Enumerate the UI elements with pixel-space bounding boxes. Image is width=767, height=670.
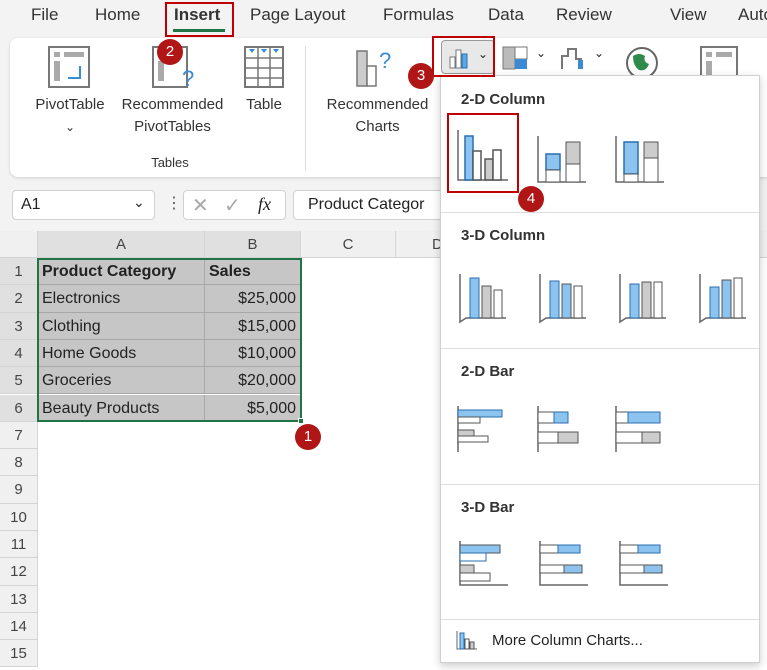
annotation-badge-4: 4: [518, 186, 544, 212]
row-header[interactable]: 2: [0, 285, 38, 313]
more-column-charts-link[interactable]: More Column Charts...: [456, 628, 746, 654]
recommended-pivottables-label-1: Recommended: [121, 96, 224, 113]
row-header[interactable]: 1: [0, 258, 38, 286]
divider: [441, 484, 759, 485]
tab-automate[interactable]: Autom: [738, 5, 767, 25]
recommended-pivottables-label-2: PivotTables: [134, 118, 211, 135]
tab-review[interactable]: Review: [556, 5, 612, 25]
section-3d-column: 3-D Column: [461, 227, 546, 244]
100-stacked-column-icon[interactable]: [614, 136, 670, 186]
select-all-corner[interactable]: [0, 231, 38, 258]
cancel-icon[interactable]: ✕: [192, 193, 209, 218]
row-header[interactable]: 7: [0, 421, 38, 450]
chevron-down-icon[interactable]: ⌄: [536, 46, 546, 60]
divider: [441, 619, 759, 620]
section-2d-column: 2-D Column: [461, 91, 546, 108]
row-header[interactable]: 11: [0, 531, 38, 559]
3d-stacked-bar-icon[interactable]: [536, 539, 590, 589]
100-stacked-bar-icon[interactable]: [614, 404, 666, 454]
group-divider: [305, 46, 306, 171]
3d-stacked-column-icon[interactable]: [536, 264, 588, 328]
formula-content: Product Categor: [308, 196, 425, 213]
row-header[interactable]: 3: [0, 312, 38, 340]
column-header-b[interactable]: B: [205, 231, 301, 258]
section-2d-bar: 2-D Bar: [461, 363, 515, 380]
svg-text:?: ?: [379, 48, 391, 73]
tab-view[interactable]: View: [670, 5, 707, 25]
3d-clustered-bar-icon[interactable]: [456, 539, 510, 589]
annotation-badge-1: 1: [295, 424, 321, 450]
chevron-down-icon: ⌄: [64, 120, 76, 134]
tab-data[interactable]: Data: [488, 5, 524, 25]
chevron-down-icon[interactable]: ⌄: [594, 46, 604, 60]
formula-input[interactable]: Product Categor: [293, 190, 453, 220]
row-header[interactable]: 4: [0, 339, 38, 368]
recommended-charts-label-2: Charts: [355, 118, 400, 135]
tab-formulas[interactable]: Formulas: [383, 5, 454, 25]
more-options-icon[interactable]: ⋮: [166, 193, 182, 213]
insert-function-icon[interactable]: fx: [258, 194, 271, 215]
hierarchy-chart-icon[interactable]: [502, 46, 530, 70]
3d-100-stacked-column-icon[interactable]: [616, 264, 668, 328]
row-header[interactable]: 12: [0, 558, 38, 586]
selection-border: [37, 258, 302, 422]
section-3d-bar: 3-D Bar: [461, 499, 515, 516]
recommended-charts-icon: ?: [356, 48, 391, 87]
formula-actions: ✕ ✓ fx: [183, 190, 286, 220]
column-chart-icon: [456, 631, 477, 650]
tab-page-layout[interactable]: Page Layout: [250, 5, 345, 25]
row-header[interactable]: 5: [0, 367, 38, 395]
group-label-tables: Tables: [151, 155, 189, 170]
column-header-c[interactable]: C: [301, 231, 396, 258]
annotation-box-clustered-column: [447, 113, 519, 193]
annotation-box-insert: [165, 2, 234, 37]
stacked-column-icon[interactable]: [536, 136, 592, 186]
stacked-bar-icon[interactable]: [536, 404, 588, 454]
pivottable-label: PivotTable: [35, 96, 105, 113]
fill-handle[interactable]: [298, 418, 304, 424]
more-column-charts-label: More Column Charts...: [492, 632, 643, 649]
svg-text:?: ?: [182, 66, 194, 88]
divider: [441, 212, 759, 213]
tab-file[interactable]: File: [31, 5, 58, 25]
row-header[interactable]: 13: [0, 585, 38, 613]
row-header[interactable]: 8: [0, 449, 38, 477]
3d-100-stacked-bar-icon[interactable]: [616, 539, 670, 589]
pivottable-icon: [48, 46, 90, 88]
row-header[interactable]: 15: [0, 640, 38, 668]
table-icon: [244, 46, 284, 88]
waterfall-chart-icon[interactable]: [560, 46, 588, 70]
chevron-down-icon[interactable]: ⌄: [133, 194, 145, 211]
annotation-badge-2: 2: [157, 39, 183, 65]
enter-icon[interactable]: ✓: [224, 193, 241, 218]
name-box-value: A1: [21, 196, 41, 213]
3d-clustered-column-icon[interactable]: [456, 264, 508, 328]
table-label: Table: [246, 96, 282, 113]
name-box[interactable]: A1 ⌄: [12, 190, 155, 220]
3d-column-icon[interactable]: [696, 264, 748, 328]
row-header[interactable]: 9: [0, 476, 38, 504]
row-header[interactable]: 14: [0, 612, 38, 641]
tab-home[interactable]: Home: [95, 5, 140, 25]
annotation-box-column-chart: [432, 36, 495, 77]
row-header[interactable]: 6: [0, 394, 38, 422]
recommended-charts-label-1: Recommended: [326, 96, 429, 113]
clustered-bar-icon[interactable]: [456, 404, 508, 454]
annotation-badge-3: 3: [408, 63, 434, 89]
divider: [441, 348, 759, 349]
column-header-a[interactable]: A: [38, 231, 205, 258]
row-header[interactable]: 10: [0, 503, 38, 531]
